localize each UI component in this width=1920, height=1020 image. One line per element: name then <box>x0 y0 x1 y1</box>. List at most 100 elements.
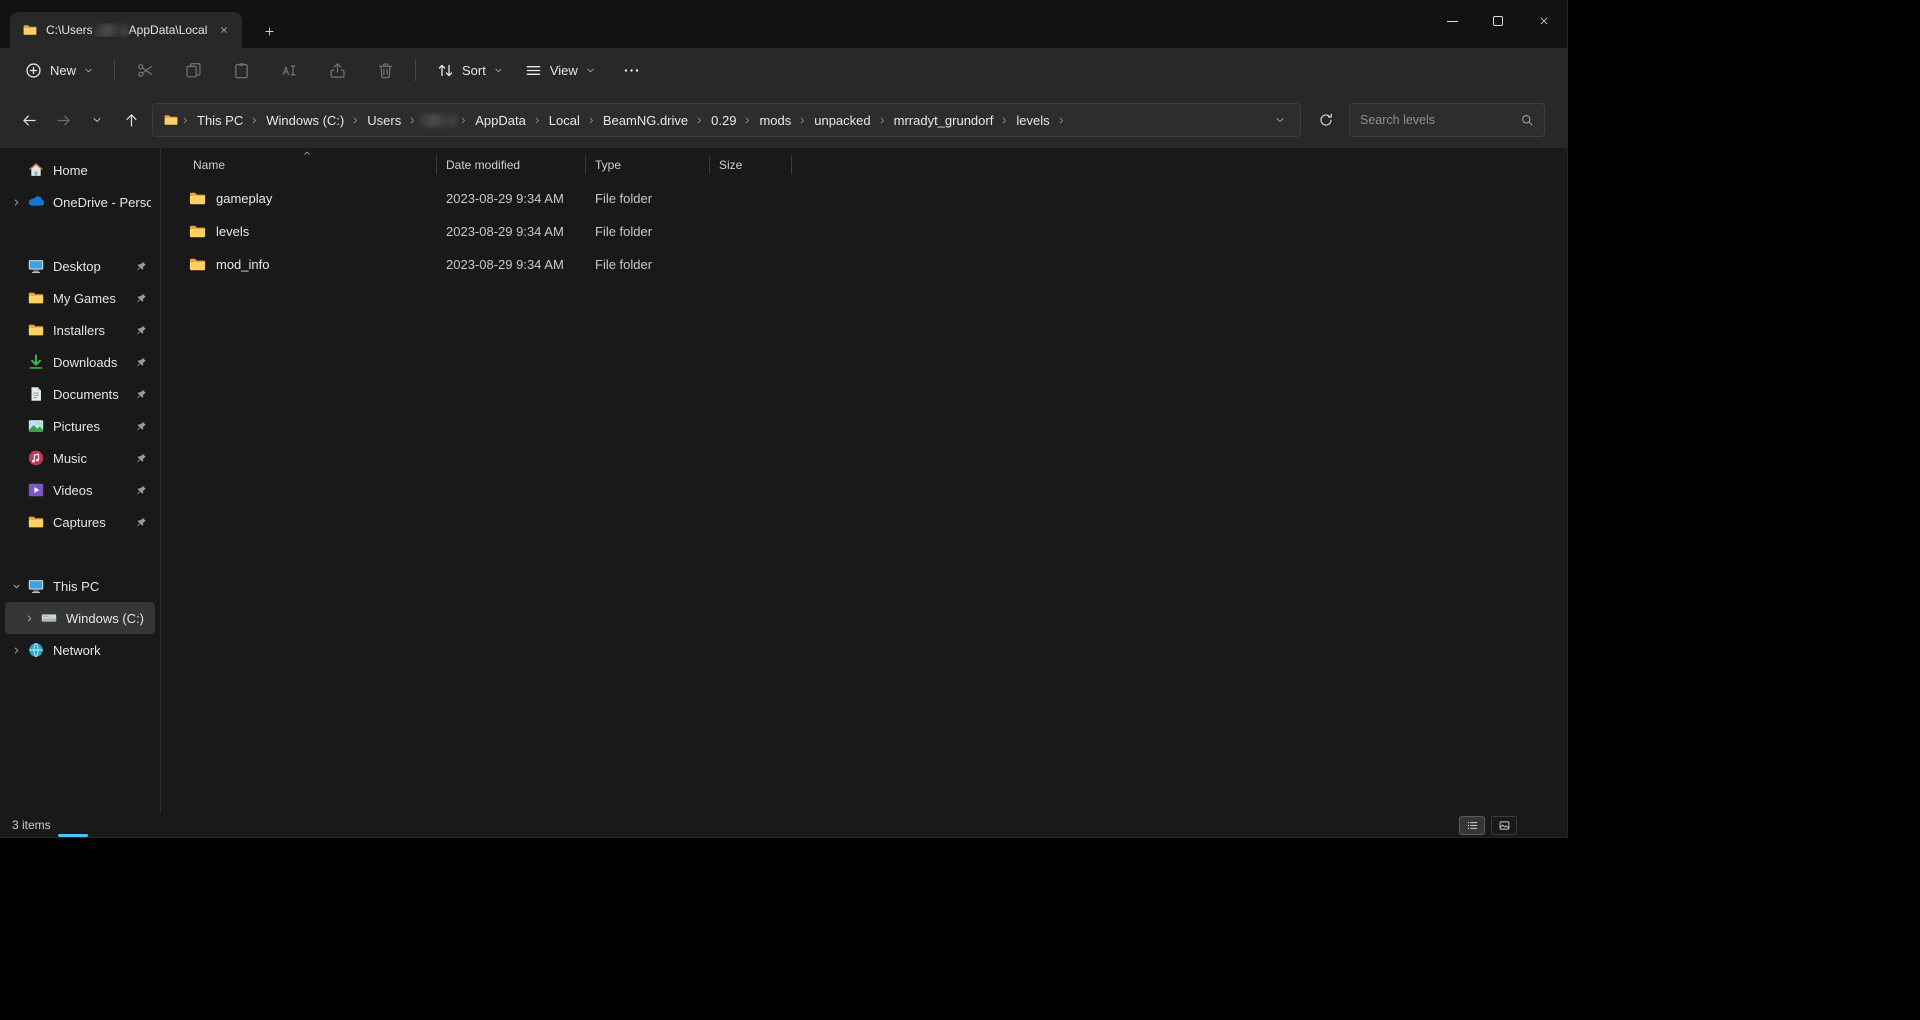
breadcrumb-chevron-icon[interactable] <box>796 115 809 126</box>
close-button[interactable] <box>1521 0 1567 42</box>
breadcrumb-chevron-icon[interactable] <box>693 115 706 126</box>
more-options-button[interactable] <box>612 53 652 87</box>
details-view-button[interactable] <box>1459 815 1485 835</box>
sort-button[interactable]: Sort <box>426 53 514 87</box>
sidebar-item-label: Captures <box>53 514 106 530</box>
sidebar-item-documents[interactable]: Documents <box>5 378 155 410</box>
chevron-down-icon[interactable] <box>9 581 24 592</box>
breadcrumb-item-this-pc[interactable]: This PC <box>192 110 248 131</box>
breadcrumb-chevron-icon[interactable] <box>248 115 261 126</box>
minimize-button[interactable] <box>1429 0 1475 42</box>
breadcrumb-chevron-icon[interactable] <box>741 115 754 126</box>
file-type: File folder <box>595 257 653 272</box>
breadcrumb-item-redacted[interactable] <box>419 113 458 127</box>
new-tab-button[interactable] <box>256 18 282 44</box>
up-button[interactable] <box>114 103 148 137</box>
titlebar: C:\Users AppData\Local <box>0 0 1567 48</box>
breadcrumb-chevron-icon[interactable] <box>1055 115 1068 126</box>
toolbar-divider <box>415 59 417 81</box>
videos-icon <box>27 481 46 499</box>
view-button[interactable]: View <box>514 53 606 87</box>
file-type: File folder <box>595 191 653 206</box>
pin-icon <box>135 292 151 305</box>
column-header-type[interactable]: Type <box>586 148 710 182</box>
search-icon <box>1520 113 1534 127</box>
breadcrumb-chevron-icon[interactable] <box>457 115 470 126</box>
share-button[interactable] <box>317 53 357 87</box>
breadcrumb-item-windows-c[interactable]: Windows (C:) <box>261 110 349 131</box>
back-button[interactable] <box>12 103 46 137</box>
address-field[interactable]: This PC Windows (C:) Users AppData Local Beam… <box>152 103 1301 137</box>
breadcrumb-chevron-icon[interactable] <box>406 115 419 126</box>
maximize-button[interactable] <box>1475 0 1521 42</box>
file-row-levels[interactable]: levels 2023-08-29 9:34 AM File folder <box>176 215 1567 248</box>
sidebar-item-desktop[interactable]: Desktop <box>5 250 155 282</box>
breadcrumb-item-mrradyt-grundorf[interactable]: mrradyt_grundorf <box>889 110 999 131</box>
breadcrumb-chevron-icon[interactable] <box>179 115 192 126</box>
new-button[interactable]: New <box>14 53 104 87</box>
sidebar-item-network[interactable]: Network <box>5 634 155 666</box>
sidebar-item-pictures[interactable]: Pictures <box>5 410 155 442</box>
downloads-icon <box>27 353 46 371</box>
address-dropdown-icon[interactable] <box>1270 110 1290 130</box>
breadcrumb-item-beamng-drive[interactable]: BeamNG.drive <box>598 110 693 131</box>
sidebar-item-windows-c[interactable]: Windows (C:) <box>5 602 155 634</box>
file-row-gameplay[interactable]: gameplay 2023-08-29 9:34 AM File folder <box>176 182 1567 215</box>
paste-button[interactable] <box>221 53 261 87</box>
breadcrumb-item-appdata[interactable]: AppData <box>470 110 531 131</box>
pin-icon <box>135 516 151 529</box>
breadcrumb-item-local[interactable]: Local <box>544 110 585 131</box>
breadcrumb-chevron-icon[interactable] <box>998 115 1011 126</box>
address-bar: This PC Windows (C:) Users AppData Local Beam… <box>0 92 1567 148</box>
recent-locations-button[interactable] <box>80 103 114 137</box>
file-name: mod_info <box>216 257 270 272</box>
tab-close-icon[interactable] <box>214 20 234 40</box>
sort-icon <box>436 61 455 80</box>
breadcrumb-chevron-icon[interactable] <box>876 115 889 126</box>
sidebar-item-videos[interactable]: Videos <box>5 474 155 506</box>
documents-icon <box>27 385 46 403</box>
breadcrumb-item-unpacked[interactable]: unpacked <box>809 110 875 131</box>
sidebar-item-downloads[interactable]: Downloads <box>5 346 155 378</box>
pin-icon <box>135 452 151 465</box>
search-input[interactable] <box>1360 113 1520 127</box>
sidebar-item-this-pc[interactable]: This PC <box>5 570 155 602</box>
breadcrumb-item-mods[interactable]: mods <box>754 110 796 131</box>
sidebar-item-installers[interactable]: Installers <box>5 314 155 346</box>
tab-title-suffix: AppData\Local <box>128 23 208 37</box>
forward-button[interactable] <box>46 103 80 137</box>
breadcrumb-chevron-icon[interactable] <box>585 115 598 126</box>
cut-button[interactable] <box>125 53 165 87</box>
sidebar-item-onedrive-persona[interactable]: OneDrive - Persona <box>5 186 155 218</box>
breadcrumb-chevron-icon[interactable] <box>349 115 362 126</box>
desktop-icon <box>27 257 46 275</box>
column-header-size[interactable]: Size <box>710 148 792 182</box>
breadcrumb-chevron-icon[interactable] <box>531 115 544 126</box>
breadcrumb-item-0-29[interactable]: 0.29 <box>706 110 741 131</box>
sidebar-item-label: Downloads <box>53 354 118 370</box>
tab-appdata-local[interactable]: C:\Users AppData\Local <box>10 12 242 48</box>
chevron-right-icon[interactable] <box>9 645 24 656</box>
file-row-mod-info[interactable]: mod_info 2023-08-29 9:34 AM File folder <box>176 248 1567 281</box>
file-list-rows: gameplay 2023-08-29 9:34 AM File folder lev… <box>176 182 1567 281</box>
sidebar-item-music[interactable]: Music <box>5 442 155 474</box>
thumbnail-view-button[interactable] <box>1491 815 1517 835</box>
chevron-down-icon <box>585 65 596 76</box>
breadcrumb-item-users[interactable]: Users <box>362 110 406 131</box>
column-header-name[interactable]: Name <box>176 148 437 182</box>
refresh-button[interactable] <box>1309 103 1343 137</box>
delete-button[interactable] <box>365 53 405 87</box>
copy-button[interactable] <box>173 53 213 87</box>
column-header-date-modified[interactable]: Date modified <box>437 148 586 182</box>
sidebar-item-home[interactable]: Home <box>5 154 155 186</box>
maximize-icon <box>1493 16 1503 26</box>
breadcrumb-item-levels[interactable]: levels <box>1011 110 1054 131</box>
sidebar-item-label: Installers <box>53 322 106 338</box>
sidebar-item-my-games[interactable]: My Games <box>5 282 155 314</box>
chevron-right-icon[interactable] <box>9 197 24 208</box>
chevron-right-icon[interactable] <box>22 613 37 624</box>
network-icon <box>27 641 46 659</box>
rename-button[interactable] <box>269 53 309 87</box>
sidebar-item-captures[interactable]: Captures <box>5 506 155 538</box>
sidebar-item-label: Pictures <box>53 418 100 434</box>
